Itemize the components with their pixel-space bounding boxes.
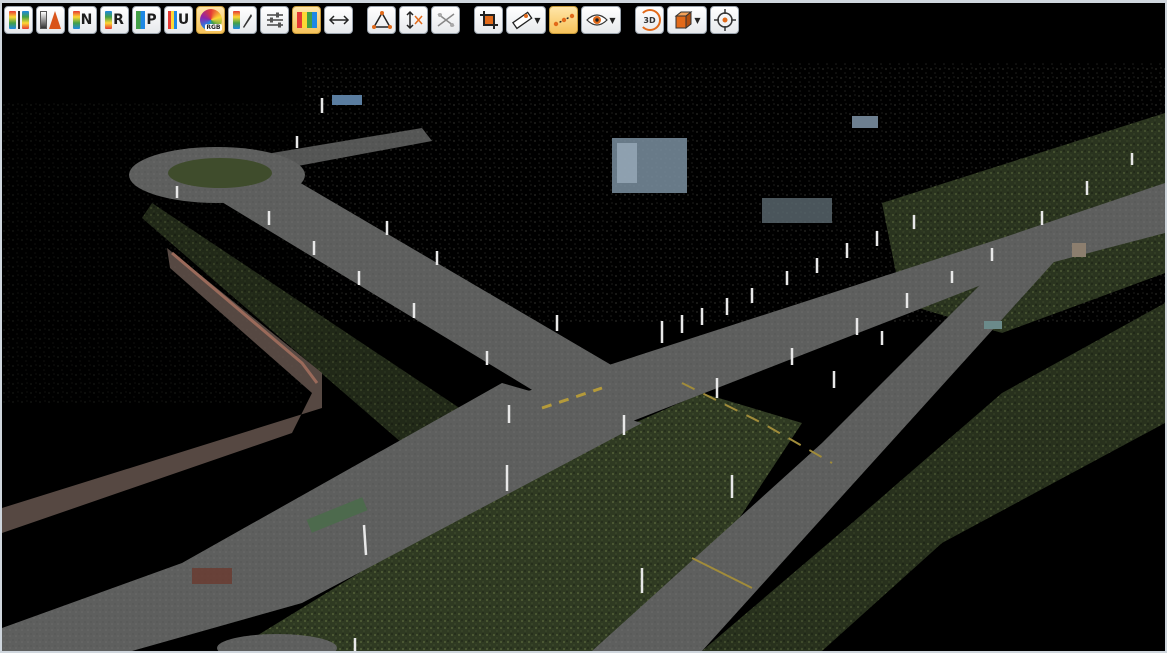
eye-icon [586, 14, 609, 26]
point-source-color-icon: P [136, 11, 157, 29]
rotate-3d-button[interactable]: 3D [635, 6, 664, 34]
classification-button[interactable] [292, 6, 321, 34]
container-right [762, 198, 832, 223]
point-snap-button[interactable] [549, 6, 578, 34]
sliders-icon [266, 12, 283, 28]
colormap-p-button[interactable]: P [132, 6, 161, 34]
building-right-top [852, 116, 878, 128]
ruler-icon [512, 11, 533, 30]
colormap-n-button[interactable]: N [68, 6, 97, 34]
chevron-down-icon: ▼ [694, 15, 701, 25]
measure-distance-button[interactable] [324, 6, 353, 34]
view-mode-button[interactable]: ▼ [581, 6, 621, 34]
rgb-color-icon: RGB [199, 9, 222, 31]
colormap-elevation-button[interactable] [4, 6, 33, 34]
user-data-color-icon: U [167, 11, 190, 29]
clip-box-button[interactable] [474, 6, 503, 34]
intensity-ramp-icon [40, 11, 61, 29]
return-color-icon: R [105, 11, 124, 29]
remove-measurements-button[interactable] [431, 6, 460, 34]
chevron-down-icon: ▼ [534, 15, 541, 25]
settings-sliders-button[interactable] [260, 6, 289, 34]
class-palette-icon [296, 12, 317, 28]
colormap-gray-button[interactable] [36, 6, 65, 34]
rgb-label: RGB [205, 24, 222, 31]
point-cloud-scene[interactable] [2, 3, 1165, 651]
target-icon [713, 9, 736, 31]
distance-arrow-icon [328, 15, 349, 25]
edit-colormap-button[interactable] [228, 6, 257, 34]
cube-icon [674, 10, 693, 30]
rotate-3d-icon: 3D [638, 9, 661, 31]
colormap-r-button[interactable]: R [100, 6, 129, 34]
angle-measure-icon [371, 11, 392, 29]
measure-height-button[interactable] [399, 6, 428, 34]
point-link-icon [553, 13, 574, 27]
elevation-color-ramp-icon [8, 11, 29, 29]
colormap-rgb-button[interactable]: RGB [196, 6, 225, 34]
crop-icon [479, 11, 498, 29]
center-target-button[interactable] [710, 6, 739, 34]
small-object [1072, 243, 1086, 257]
normal-color-icon: N [72, 11, 93, 29]
building-center-roof [617, 143, 637, 183]
scene-noise-left [2, 103, 302, 403]
point-cloud-viewport[interactable] [2, 3, 1165, 651]
height-measure-icon [405, 10, 423, 30]
toolbar: N R P U RGB ▼ ▼ 3D ▼ [4, 5, 739, 35]
profile-tool-button[interactable]: ▼ [506, 6, 546, 34]
vehicle-right [984, 321, 1002, 329]
roundabout-island [168, 158, 272, 188]
letter-u: U [177, 12, 190, 28]
building-left-top [332, 95, 362, 105]
measure-angle-button[interactable] [367, 6, 396, 34]
view-cube-button[interactable]: ▼ [667, 6, 707, 34]
debris-left [192, 568, 232, 584]
letter-n: N [80, 12, 93, 28]
pencil-ramp-icon [232, 11, 253, 29]
rotate-3d-label: 3D [643, 15, 656, 25]
remove-measure-icon [437, 13, 454, 27]
letter-p: P [146, 12, 157, 28]
chevron-down-icon: ▼ [609, 15, 616, 25]
letter-r: R [113, 12, 124, 28]
colormap-u-button[interactable]: U [164, 6, 193, 34]
